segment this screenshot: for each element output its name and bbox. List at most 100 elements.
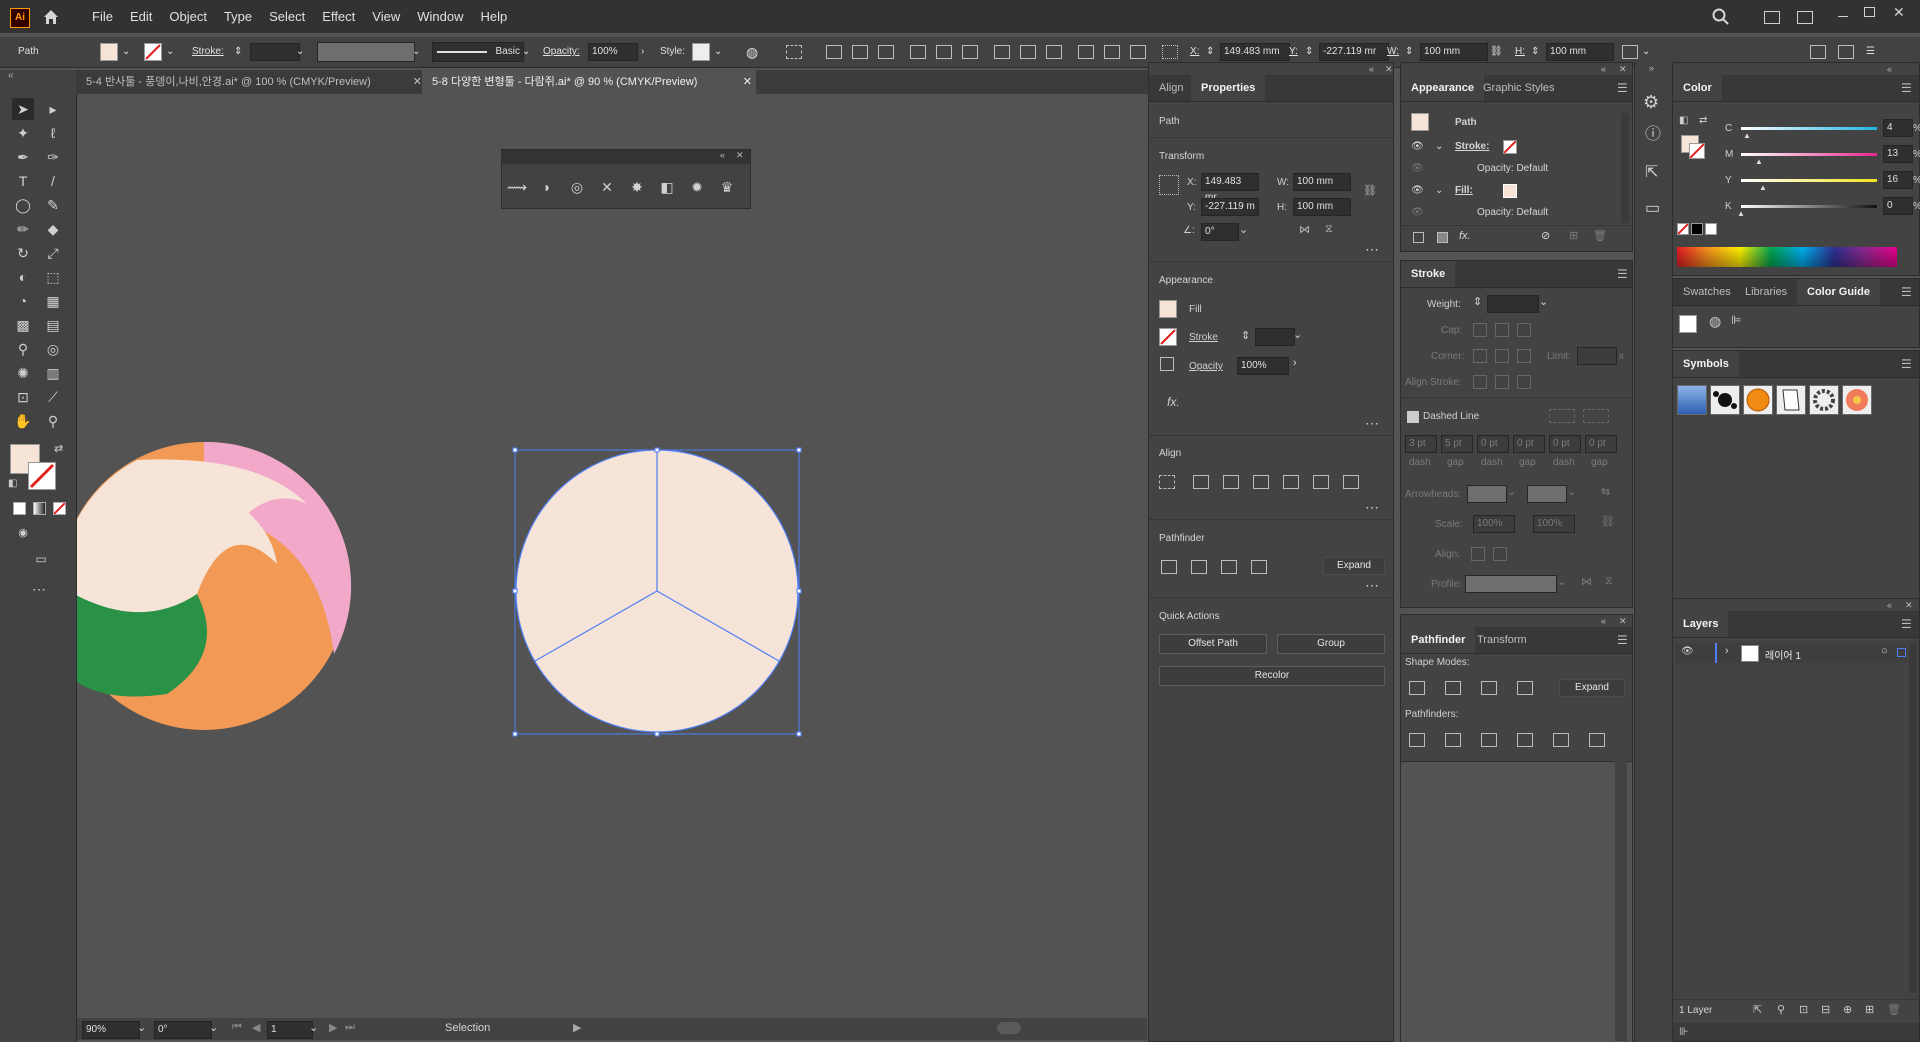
opacity-field[interactable]: 100% [588,43,638,61]
transform-w-field[interactable]: 100 mm [1293,173,1351,191]
tab-properties[interactable]: Properties [1191,75,1266,101]
status-menu-arrow-icon[interactable]: ▶ [573,1021,581,1034]
artboard-tool-icon[interactable]: ⊡ [12,386,34,408]
add-fill-icon[interactable] [1437,232,1448,243]
stroke-label[interactable]: Stroke [1189,332,1218,343]
transform-h-field[interactable]: 100 mm [1293,198,1351,216]
graphic-style-swatch[interactable] [692,43,710,61]
opacity-field[interactable]: 100% [1237,357,1289,375]
tab-transform[interactable]: Transform [1467,627,1537,653]
color-spectrum[interactable] [1677,247,1897,267]
vertical-align-bottom-icon[interactable] [962,45,978,59]
fill-row-swatch[interactable] [1503,184,1517,198]
weight-field[interactable] [1487,295,1539,313]
butt-cap-icon[interactable] [1473,323,1487,337]
chevron-down-icon[interactable]: ⌄ [1435,181,1443,201]
more-options-icon[interactable]: ⋯ [1365,499,1380,516]
chevron-right-icon[interactable]: › [641,37,644,67]
color-group-icon[interactable]: ◍ [1709,313,1721,330]
menu-object[interactable]: Object [169,9,207,24]
round-join-icon[interactable] [1495,349,1509,363]
isolate-icon[interactable] [1810,45,1826,59]
default-colors-icon[interactable]: ◧ [1679,115,1688,126]
menu-edit[interactable]: Edit [130,9,152,24]
color-mode-icon[interactable] [13,502,26,515]
stroke-opacity-row[interactable]: 👁 Opacity: Default [1401,159,1621,179]
exclude-icon[interactable] [1251,560,1267,574]
channel-c-thumb[interactable]: ▲ [1743,131,1751,140]
screen-mode-icon[interactable]: ▭ [30,548,52,570]
expand-button[interactable]: Expand [1559,679,1625,697]
expand-button[interactable]: Expand [1323,557,1385,575]
scale-tool-icon[interactable]: ⤢ [42,242,64,264]
line-segment-tool-icon[interactable]: / [42,170,64,192]
stroke-weight-field[interactable] [250,43,300,61]
minus-front-icon[interactable] [1191,560,1207,574]
layer-name[interactable]: 레이어 1 [1765,647,1801,662]
new-layer-icon[interactable]: ⊞ [1865,1003,1874,1016]
reference-point-icon[interactable] [1162,45,1178,59]
flip-along-icon[interactable]: ⋈ [1581,575,1592,588]
close-icon[interactable]: ✕ [1385,64,1393,75]
transform-y-field[interactable]: -227.119 m [1201,198,1259,216]
channel-m-thumb[interactable]: ▲ [1755,157,1763,166]
channel-m-field[interactable]: 13 [1883,145,1913,163]
channel-c-slider[interactable] [1741,127,1877,130]
horizontal-align-center-icon[interactable] [852,45,868,59]
artboard-canvas[interactable]: « ✕ ⟿ ◗ ◎ ✕ ✸ ◧ ✹ ♛ [77,94,1147,1016]
chevron-down-icon[interactable]: ⌄ [714,37,722,67]
collapse-arrows-icon[interactable]: « [1887,600,1892,610]
search-icon[interactable] [1712,8,1730,26]
distribute-bottom-icon[interactable] [1046,45,1062,59]
x-field[interactable]: 149.483 mm [1220,43,1290,61]
more-options-icon[interactable]: ⋯ [1365,241,1380,258]
transform-x-field[interactable]: 149.483 mr [1201,173,1259,203]
chevron-down-icon[interactable]: ⌄ [522,37,530,67]
shape-builder-tool-icon[interactable]: ◔ [12,290,34,312]
tab-swatches[interactable]: Swatches [1673,279,1741,305]
align-hcenter-icon[interactable] [1223,475,1239,489]
wrinkle-tool-icon[interactable]: ♛ [716,176,738,198]
align-left-icon[interactable] [1193,475,1209,489]
horizontal-align-right-icon[interactable] [878,45,894,59]
constrain-proportions-icon[interactable]: ⛓ [1363,184,1377,197]
stroke-swatch[interactable] [144,43,162,61]
scallop-tool-icon[interactable]: ◧ [656,176,678,198]
reference-point-icon[interactable] [1159,175,1179,195]
magic-wand-tool-icon[interactable]: ✦ [12,122,34,144]
collapse-arrows-icon[interactable]: « [1601,64,1606,74]
align-bottom-icon[interactable] [1343,475,1359,489]
pucker-tool-icon[interactable]: ✕ [596,176,618,198]
channel-k-thumb[interactable]: ▲ [1737,209,1745,218]
zoom-field[interactable]: 90% [82,1021,140,1039]
collapse-arrows-icon[interactable]: « [1369,64,1374,74]
close-icon[interactable]: ✕ [1619,64,1627,75]
dock-scrollbar[interactable] [1615,761,1627,1041]
menu-select[interactable]: Select [269,9,305,24]
selection-indicator-icon[interactable] [1897,648,1906,657]
twirl-tool-icon[interactable]: ◎ [566,176,588,198]
appearance-scrollbar[interactable] [1621,113,1629,223]
floating-panel-header[interactable] [502,150,750,164]
align-stroke-outside-icon[interactable] [1517,375,1531,389]
close-tab-icon[interactable]: ✕ [743,70,752,94]
stroke-color-box[interactable] [28,462,56,490]
panel-menu-icon[interactable]: ☰ [1901,81,1912,95]
intersect-icon[interactable] [1221,560,1237,574]
arrange-documents-icon[interactable] [1764,11,1780,24]
symbol-wreath[interactable] [1809,385,1839,415]
panel-menu-icon[interactable]: ☰ [1617,267,1628,281]
doc-tab-1[interactable]: 5-4 반사툴 - 풍뎅이,나비,안경.ai* @ 100 % (CMYK/Pr… [76,70,422,94]
paintbrush-tool-icon[interactable]: ✎ [42,194,64,216]
eye-icon[interactable]: 👁 [1411,137,1424,157]
y-field[interactable]: -227.119 mr [1319,43,1389,61]
transform-options-icon[interactable] [1622,45,1638,59]
eraser-tool-icon[interactable]: ◆ [42,218,64,240]
dashed-line-checkbox[interactable] [1407,411,1419,423]
menu-effect[interactable]: Effect [322,9,355,24]
stepper-icon[interactable]: ⇕ [1473,295,1482,308]
divide-icon[interactable] [1409,733,1425,747]
end-arrowhead-select[interactable] [1527,485,1567,503]
export-icon[interactable]: ⇱ [1645,162,1658,182]
gap-2-field[interactable]: 0 pt [1513,435,1545,453]
